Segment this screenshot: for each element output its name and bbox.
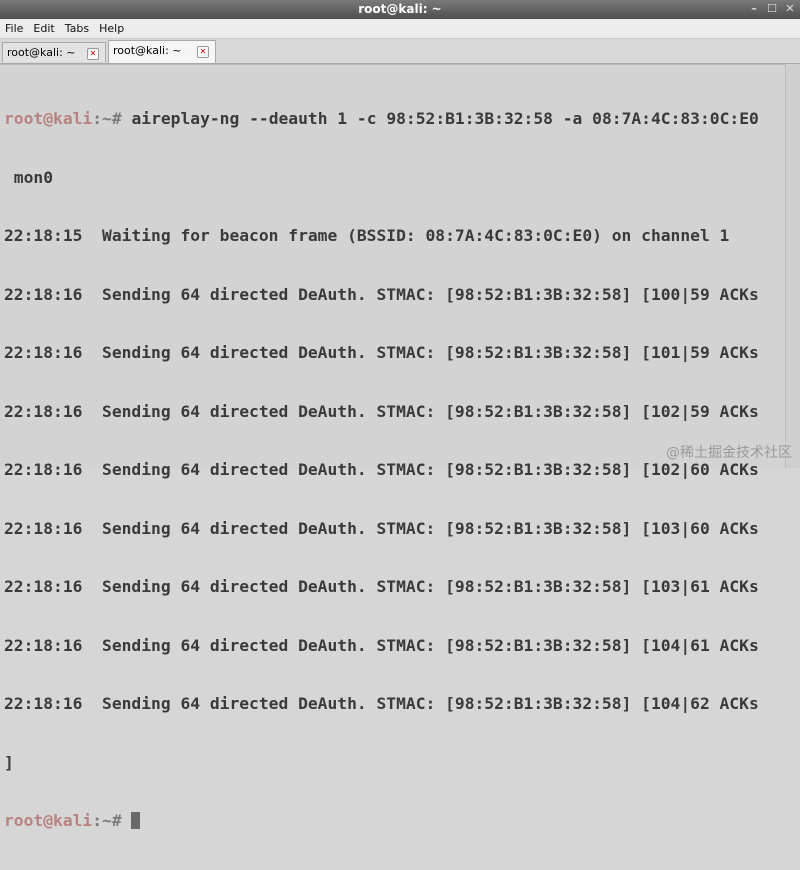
output-line: 22:18:16 Sending 64 directed DeAuth. STM… <box>4 635 759 655</box>
menu-file[interactable]: File <box>0 22 28 35</box>
menu-help[interactable]: Help <box>94 22 129 35</box>
tab-label: root@kali: ~ <box>113 44 182 57</box>
output-line: 22:18:16 Sending 64 directed DeAuth. STM… <box>4 577 759 596</box>
output-line: 22:18:16 Sending 64 directed DeAuth. STM… <box>4 401 759 421</box>
tab-close-icon[interactable]: ✕ <box>197 46 209 58</box>
tab-close-icon[interactable]: ✕ <box>87 48 99 60</box>
tab-bar: root@kali: ~ ✕ root@kali: ~ ✕ <box>0 39 800 64</box>
output-line: 22:18:16 Sending 64 directed DeAuth. STM… <box>4 284 759 304</box>
menu-bar: File Edit Tabs Help <box>0 19 800 39</box>
tab-terminal-2[interactable]: root@kali: ~ ✕ <box>108 40 216 63</box>
prompt-user: root@kali <box>4 811 93 830</box>
window-titlebar[interactable]: root@kali: ~ – ☐ ✕ <box>0 0 800 19</box>
window-title: root@kali: ~ <box>358 2 442 16</box>
prompt-user: root@kali <box>4 109 93 128</box>
tab-label: root@kali: ~ <box>7 46 76 59</box>
tab-terminal-1[interactable]: root@kali: ~ ✕ <box>2 42 106 62</box>
menu-edit[interactable]: Edit <box>28 22 59 35</box>
output-line: 22:18:16 Sending 64 directed DeAuth. STM… <box>4 518 759 538</box>
output-line: ] <box>4 752 14 772</box>
maximize-icon[interactable]: ☐ <box>766 2 778 15</box>
terminal-scrollbar[interactable] <box>785 64 800 468</box>
text-cursor <box>131 812 141 829</box>
minimize-icon[interactable]: – <box>748 2 760 15</box>
command-line: root@kali:~# aireplay-ng --deauth 1 -c 9… <box>4 109 759 129</box>
close-icon[interactable]: ✕ <box>784 2 796 15</box>
output-line: 22:18:16 Sending 64 directed DeAuth. STM… <box>4 460 759 479</box>
current-prompt-line: root@kali:~# <box>4 811 759 831</box>
output-line: mon0 <box>4 167 54 187</box>
command-text: aireplay-ng --deauth 1 -c 98:52:B1:3B:32… <box>121 109 759 128</box>
output-line: 22:18:15 Waiting for beacon frame (BSSID… <box>4 226 730 245</box>
output-line: 22:18:16 Sending 64 directed DeAuth. STM… <box>4 343 759 362</box>
terminal-area[interactable]: root@kali:~# aireplay-ng --deauth 1 -c 9… <box>0 64 800 830</box>
prompt-suffix: :~# <box>92 109 122 128</box>
output-line: 22:18:16 Sending 64 directed DeAuth. STM… <box>4 694 759 713</box>
menu-tabs[interactable]: Tabs <box>60 22 94 35</box>
watermark-text: @稀土掘金技术社区 <box>666 445 792 461</box>
prompt-suffix: :~# <box>92 811 122 830</box>
